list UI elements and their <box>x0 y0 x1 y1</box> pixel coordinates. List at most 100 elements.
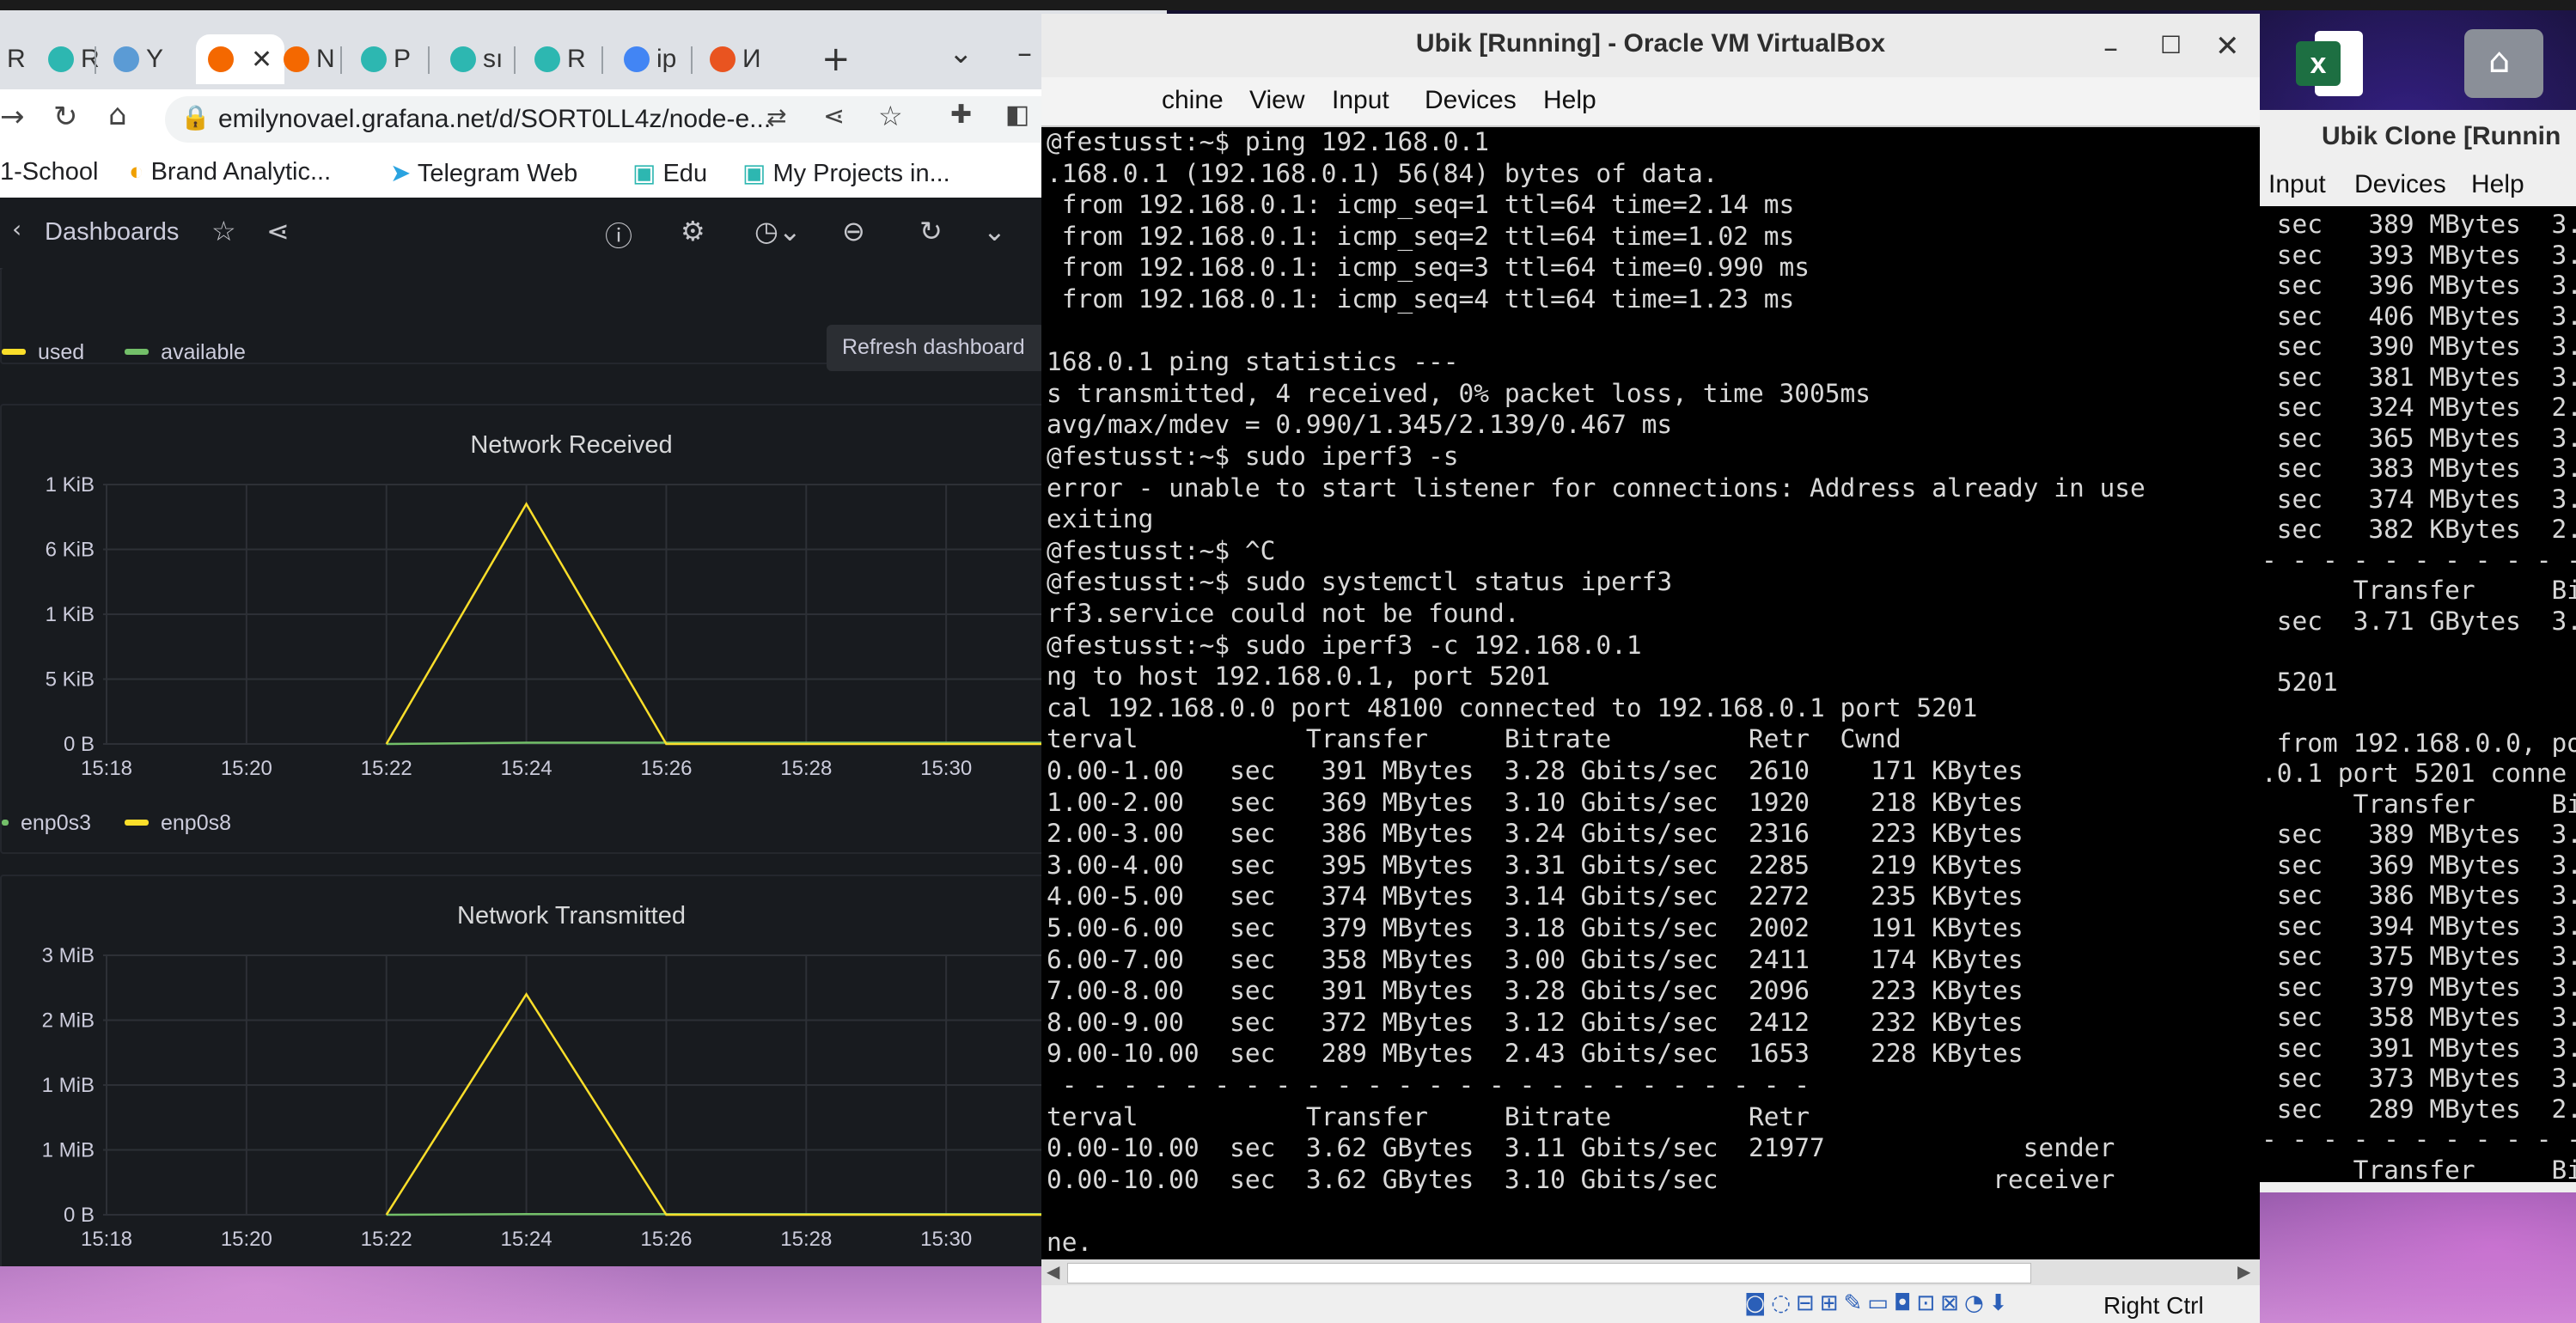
tab-search-chevron-icon[interactable]: ⌄ <box>949 36 974 70</box>
legend-item[interactable]: enp0s8 <box>124 811 231 835</box>
vbox-clone-title: Ubik Clone [Runnin <box>2322 122 2561 150</box>
terminal-line: Transfer Bi <box>2262 1155 2576 1185</box>
browser-tab[interactable]: R <box>534 34 586 84</box>
menu-view[interactable]: View <box>1249 86 1304 115</box>
menu-machine[interactable]: chine <box>1162 86 1224 115</box>
bookmark-star-icon[interactable]: ☆ <box>878 100 903 132</box>
time-picker-icon[interactable]: ◷⌄ <box>754 215 802 247</box>
zoom-out-icon[interactable]: ⊖ <box>842 215 865 247</box>
terminal-line: from 192.168.0.0, po <box>2262 728 2576 758</box>
legend-item[interactable]: available <box>125 340 246 364</box>
browser-tab[interactable]: И <box>710 34 761 84</box>
network-received-chart[interactable]: 15:1815:2015:2215:2415:2615:2815:3015:32… <box>2 457 1141 801</box>
share-icon[interactable]: ⋖ <box>823 101 845 131</box>
maximize-button[interactable]: ☐ <box>2160 31 2182 59</box>
home-icon[interactable]: ⌂ <box>108 98 127 132</box>
menu-input[interactable]: Input <box>1332 86 1389 115</box>
side-panel-icon[interactable]: ◧ <box>1005 100 1029 130</box>
tab-label: R <box>567 45 586 73</box>
terminal-line: 0.00-10.00 sec 3.62 GBytes 3.10 Gbits/se… <box>1047 1164 2115 1194</box>
terminal-line: 2.00-3.00 sec 386 MBytes 3.24 Gbits/sec … <box>1047 819 2024 849</box>
tab-separator <box>514 46 516 74</box>
horizontal-scrollbar[interactable]: ◀ ▶ <box>1041 1259 2260 1285</box>
scroll-right-icon[interactable]: ▶ <box>2237 1261 2250 1282</box>
y-tick-label: 1 KiB <box>46 603 95 626</box>
translate-icon[interactable]: ⇄ <box>766 103 786 131</box>
vm-clone-terminal-screen[interactable]: sec 389 MBytes 3. sec 393 MBytes 3. sec … <box>2260 206 2576 1185</box>
share-icon[interactable]: ⋖ <box>266 215 290 247</box>
terminal-line: error - unable to start listener for con… <box>1047 472 2146 503</box>
minimize-button[interactable]: – <box>1017 36 1032 70</box>
legend-label: available <box>161 340 246 364</box>
terminal-line: @festusst:~$ sudo systemctl status iperf… <box>1047 567 1673 597</box>
terminal-line: sec 389 MBytes 3. <box>2262 210 2576 239</box>
scroll-left-icon[interactable]: ◀ <box>1047 1261 1059 1282</box>
legend-swatch <box>2 819 9 826</box>
legend-item[interactable]: enp0s3 <box>2 811 91 835</box>
tab-strip: R RY✕NPsıRipИ + ⌄ – ☐ ✕ <box>0 10 1167 89</box>
panel-title[interactable]: Network Transmitted <box>2 902 1141 930</box>
reload-icon[interactable]: ↻ <box>53 100 78 134</box>
tab-close-icon[interactable]: ✕ <box>251 45 272 75</box>
favorite-star-icon[interactable]: ☆ <box>211 215 236 247</box>
menu-input[interactable]: Input <box>2268 170 2326 199</box>
browser-tab[interactable]: P <box>361 34 411 84</box>
bookmark-item[interactable]: ▣ Edu <box>632 158 707 188</box>
menu-devices[interactable]: Devices <box>1425 86 1517 115</box>
url-text: emilynovael.grafana.net/d/SORT0LL4z/node… <box>218 105 772 133</box>
menu-help[interactable]: Help <box>2471 170 2524 199</box>
bookmark-item[interactable]: ▣ My Projects in... <box>742 158 950 188</box>
terminal-line: 1.00-2.00 sec 369 MBytes 3.10 Gbits/sec … <box>1047 787 2024 817</box>
tab-label: P <box>394 45 412 73</box>
tab-fragment[interactable]: R <box>0 34 26 84</box>
terminal-line: .168.0.1 (192.168.0.1) 56(84) bytes of d… <box>1047 158 1718 188</box>
refresh-icon[interactable]: ↻ <box>919 215 943 247</box>
close-window-button[interactable]: ✕ <box>2215 29 2240 64</box>
browser-tab[interactable]: ip <box>624 34 676 84</box>
lock-icon[interactable]: 🔒 <box>180 103 211 131</box>
edu-icon <box>534 46 560 72</box>
terminal-line: sec 289 MBytes 2. <box>2262 1094 2576 1124</box>
minimize-button[interactable]: – <box>2103 31 2118 65</box>
excel-app-icon[interactable]: x <box>2296 26 2365 103</box>
terminal-line: - - - - - - - - - - - - - - - - - - - - … <box>1047 1070 1810 1100</box>
bookmark-item[interactable]: ◐ Brand Analytic... <box>129 158 331 186</box>
browser-tab[interactable]: sı <box>450 34 503 84</box>
x-tick-label: 15:28 <box>780 757 832 780</box>
terminal-line: sec 373 MBytes 3. <box>2262 1064 2576 1093</box>
home-folder-icon[interactable]: ⌂ <box>2464 29 2543 98</box>
browser-tab[interactable]: ✕ <box>196 34 285 84</box>
globe-icon <box>113 46 139 72</box>
extensions-icon[interactable]: ✚ <box>950 100 972 130</box>
bookmark-item[interactable]: 1-School <box>0 158 98 186</box>
network-received-legend: enp0s3 enp0s8 <box>2 811 231 836</box>
forward-arrow-icon[interactable]: → <box>0 100 25 134</box>
terminal-line: from 192.168.0.1: icmp_seq=4 ttl=64 time… <box>1047 284 1795 314</box>
breadcrumb[interactable]: Dashboards <box>45 218 179 247</box>
terminal-line: 4.00-5.00 sec 374 MBytes 3.14 Gbits/sec … <box>1047 881 2024 911</box>
menu-help[interactable]: Help <box>1543 86 1596 115</box>
bookmark-item[interactable]: ➤ Telegram Web <box>390 158 577 188</box>
device-status-icons[interactable]: ◙◌⊟⊞✎▭◘⊡⊠◔⬇ <box>1744 1290 2012 1316</box>
browser-tab[interactable]: Y <box>113 34 163 84</box>
browser-tab[interactable]: R <box>48 34 100 84</box>
refresh-interval-chevron-icon[interactable]: ⌄ <box>983 215 1006 247</box>
browser-window: R RY✕NPsıRipИ + ⌄ – ☐ ✕ → ↻ ⌂ 🔒 emilynov… <box>0 10 1167 1266</box>
legend-label: used <box>38 340 85 364</box>
info-icon[interactable]: ⓘ <box>605 215 632 254</box>
virtualbox-clone-window: Ubik Clone [Runnin Input Devices Help se… <box>2260 110 2576 1192</box>
menu-devices[interactable]: Devices <box>2354 170 2446 199</box>
scrollbar-thumb[interactable] <box>1067 1263 2031 1283</box>
tab-separator <box>601 46 603 74</box>
legend-item[interactable]: used <box>2 340 85 364</box>
settings-gear-icon[interactable]: ⚙ <box>681 215 705 247</box>
terminal-line: 3.00-4.00 sec 395 MBytes 3.31 Gbits/sec … <box>1047 850 2024 880</box>
new-tab-button[interactable]: + <box>821 40 851 79</box>
vm-terminal-screen[interactable]: @festusst:~$ ping 192.168.0.1.168.0.1 (1… <box>1041 127 2260 1294</box>
panel-title[interactable]: Network Received <box>2 431 1141 460</box>
browser-tab[interactable]: N <box>284 34 335 84</box>
memory-legend: used available <box>2 340 246 364</box>
chevron-left-icon[interactable]: ‹ <box>12 215 21 243</box>
x-tick-label: 15:30 <box>920 1228 972 1251</box>
network-transmitted-chart[interactable]: 15:1815:2015:2215:2415:2615:2815:3015:32… <box>2 928 1141 1266</box>
